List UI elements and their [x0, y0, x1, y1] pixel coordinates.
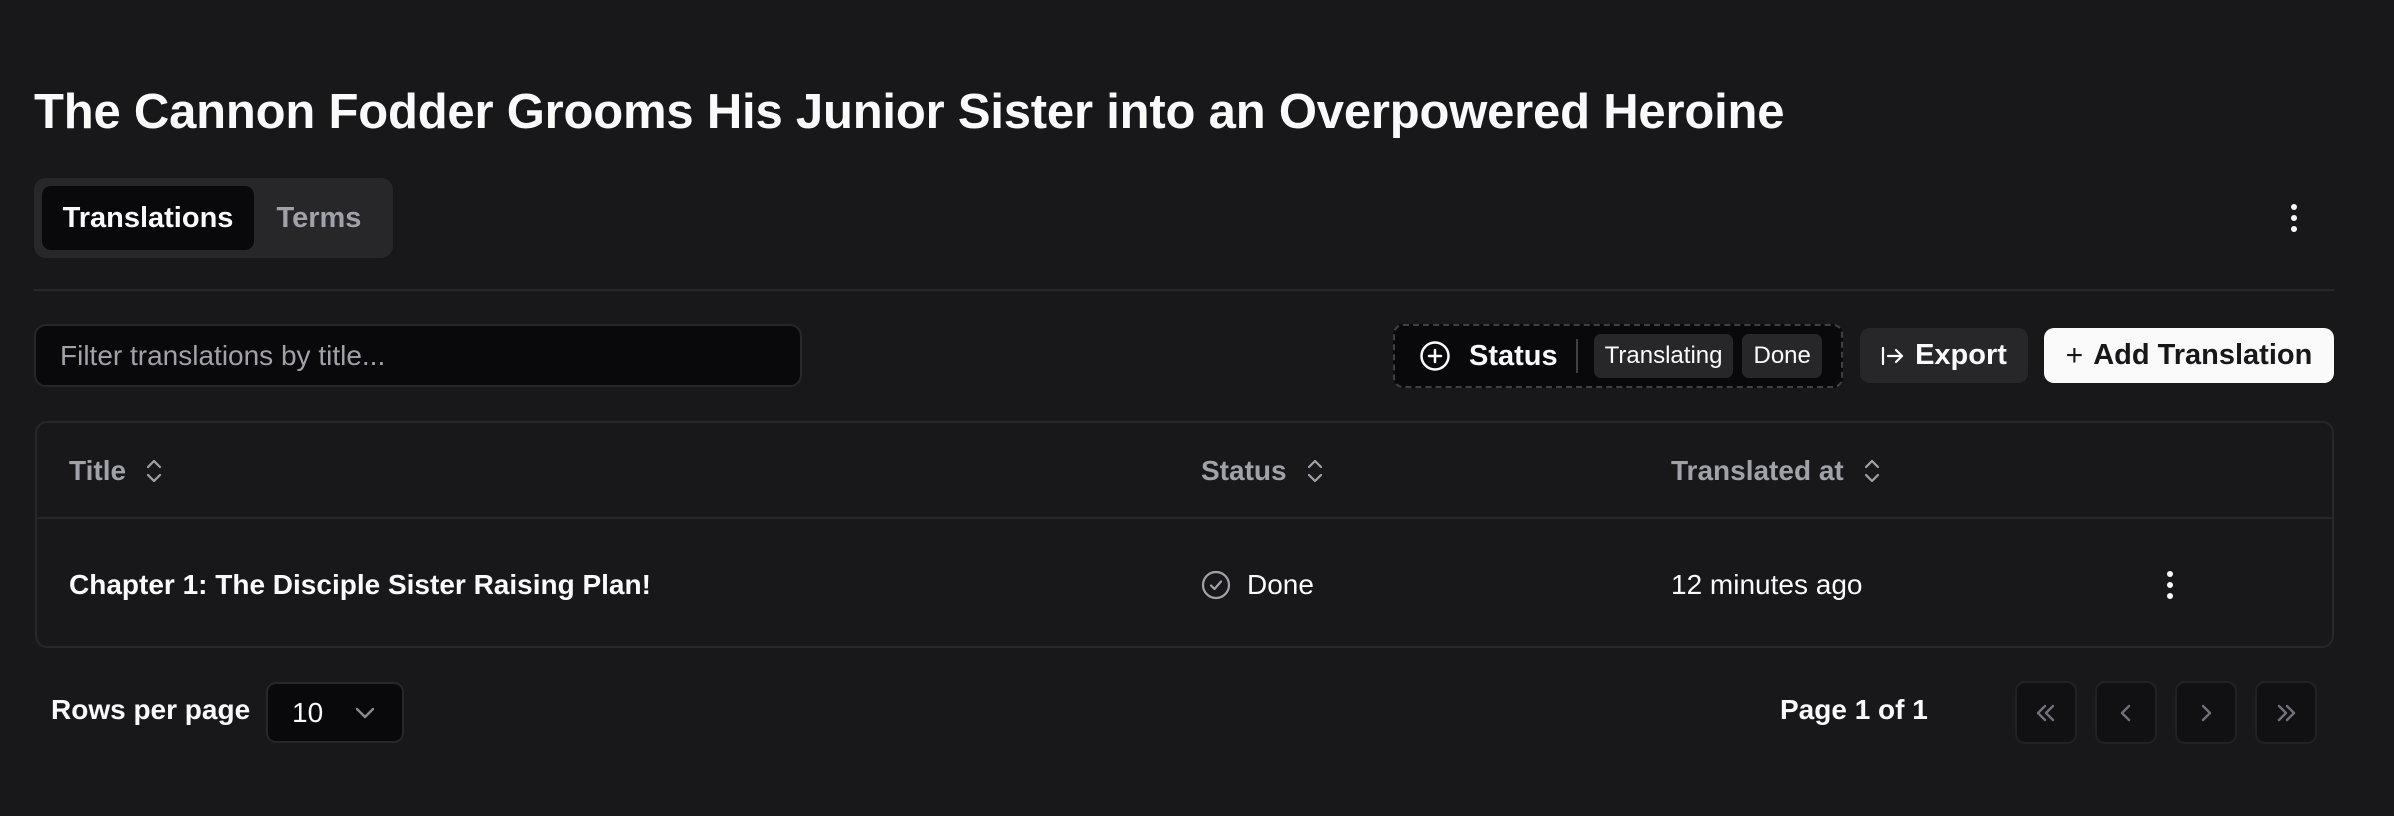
column-status-label: Status — [1201, 455, 1287, 486]
chevrons-up-down-icon — [1307, 459, 1322, 483]
row-translated-at: 12 minutes ago — [1671, 568, 1863, 600]
column-header-status[interactable]: Status — [1201, 423, 1325, 519]
page-title: The Cannon Fodder Grooms His Junior Sist… — [34, 85, 1785, 139]
status-filter-button[interactable]: Status Translating Done — [1393, 324, 1843, 388]
chevrons-right-icon — [2277, 704, 2296, 721]
chevrons-left-icon — [2036, 704, 2055, 721]
add-translation-label: Add Translation — [2093, 339, 2313, 371]
next-page-button[interactable] — [2175, 681, 2237, 744]
column-header-translated-at[interactable]: Translated at — [1671, 423, 1882, 519]
status-badge-translating: Translating — [1593, 334, 1734, 378]
plus-circle-icon — [1420, 341, 1450, 371]
chevron-right-icon — [2201, 704, 2212, 721]
column-header-title[interactable]: Title — [69, 423, 164, 519]
export-button[interactable]: Export — [1860, 328, 2028, 383]
rows-per-page-label: Rows per page — [51, 694, 251, 725]
filter-translations-input[interactable] — [34, 324, 802, 387]
more-vertical-icon — [2291, 204, 2297, 232]
row-title[interactable]: Chapter 1: The Disciple Sister Raising P… — [69, 521, 651, 646]
chevrons-up-down-icon — [146, 459, 162, 483]
last-page-button[interactable] — [2255, 681, 2317, 744]
table-header: Title Status Translated at — [37, 423, 2332, 519]
more-options-button[interactable] — [2278, 198, 2310, 238]
status-filter-label: Status — [1469, 339, 1558, 372]
status-badge-done: Done — [1742, 334, 1822, 378]
arrow-right-to-line-icon — [1881, 346, 1904, 365]
more-vertical-icon — [2167, 571, 2173, 599]
previous-page-button[interactable] — [2095, 681, 2157, 744]
tab-terms[interactable]: Terms — [254, 186, 384, 250]
first-page-button[interactable] — [2015, 681, 2077, 744]
row-status-label: Done — [1247, 568, 1314, 600]
column-translated-at-label: Translated at — [1671, 455, 1844, 486]
rows-per-page-select[interactable]: 10 — [266, 682, 404, 743]
translations-page: The Cannon Fodder Grooms His Junior Sist… — [0, 0, 2394, 816]
status-filter-separator — [1575, 339, 1578, 373]
rows-per-page-value: 10 — [292, 696, 324, 728]
page-indicator: Page 1 of 1 — [1780, 694, 1928, 725]
table-row[interactable]: Chapter 1: The Disciple Sister Raising P… — [37, 521, 2332, 646]
plus-icon: + — [2065, 338, 2084, 372]
chevron-left-icon — [2120, 704, 2131, 721]
tab-translations[interactable]: Translations — [42, 186, 254, 250]
tabs-list: Translations Terms — [34, 178, 393, 258]
column-title-label: Title — [69, 455, 127, 486]
check-circle-icon — [1201, 570, 1231, 599]
chevron-down-icon — [355, 707, 375, 718]
add-translation-button[interactable]: + Add Translation — [2044, 328, 2334, 383]
translations-table: Title Status Translated at Chapter 1: Th… — [35, 421, 2334, 648]
chevrons-up-down-icon — [1864, 459, 1879, 483]
row-actions-button[interactable] — [2155, 561, 2185, 609]
row-status: Done — [1201, 521, 1314, 646]
section-divider — [34, 289, 2334, 291]
export-label: Export — [1915, 339, 2007, 371]
